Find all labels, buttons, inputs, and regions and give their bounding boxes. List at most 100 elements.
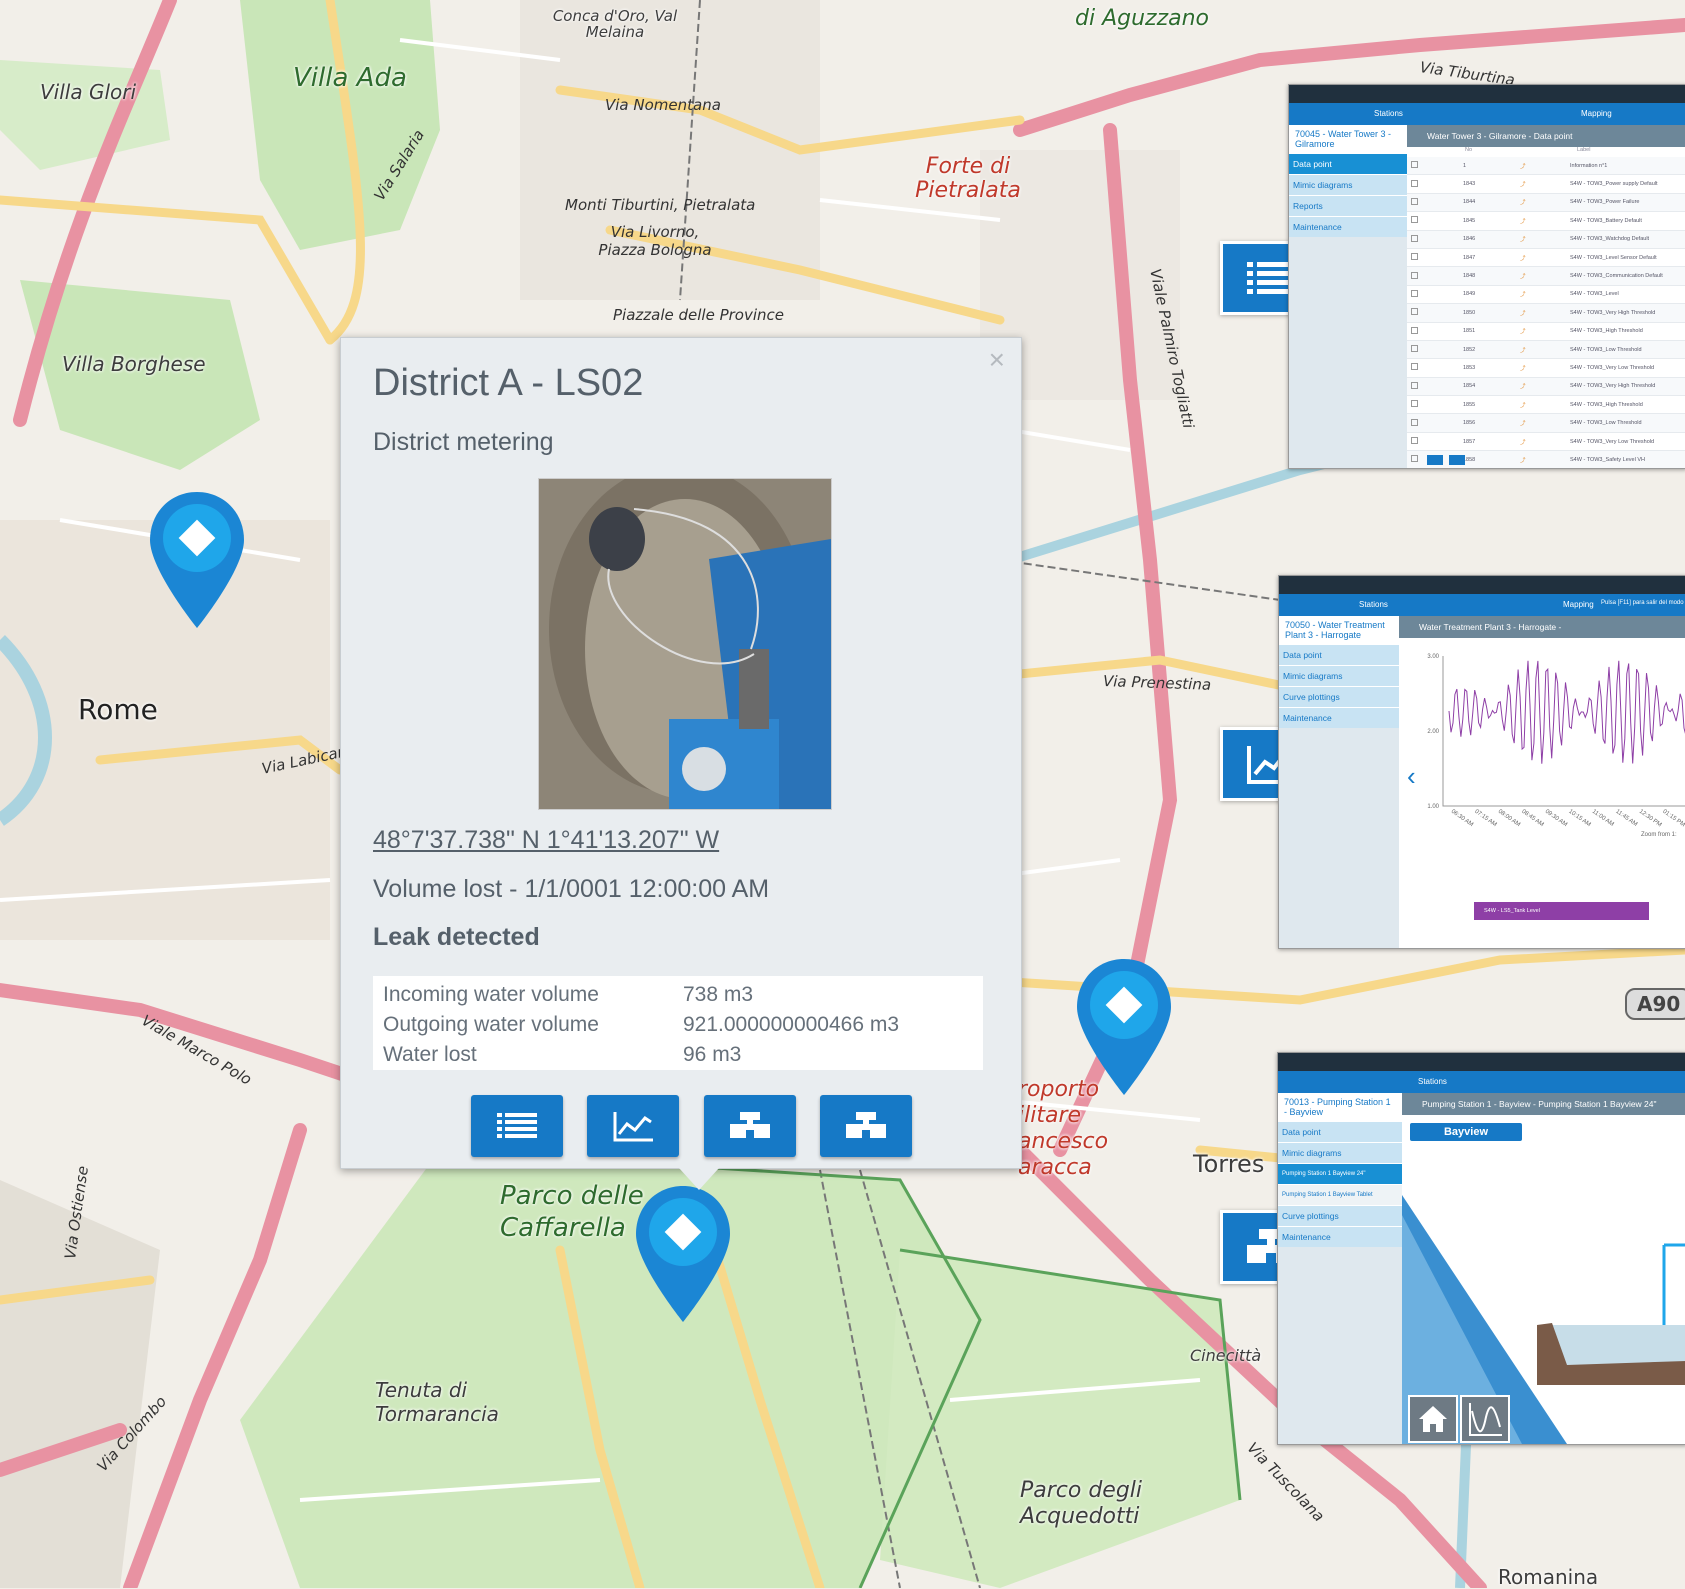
legend-series[interactable]: S4W - LS5_Tank Level bbox=[1474, 902, 1649, 920]
menu-item-maintenance[interactable]: Maintenance bbox=[1289, 216, 1407, 237]
menu-item-mimic-diagrams[interactable]: Mimic diagrams bbox=[1279, 665, 1399, 686]
map-marker-pin[interactable] bbox=[147, 490, 247, 630]
table-row[interactable]: 1 ⤴ Information n°1 bbox=[1407, 157, 1685, 176]
menu-item-maintenance[interactable]: Maintenance bbox=[1278, 1226, 1402, 1247]
menu-item-curve-plottings[interactable]: Curve plottings bbox=[1279, 686, 1399, 707]
map-marker-pin[interactable] bbox=[1074, 957, 1174, 1097]
row-checkbox[interactable] bbox=[1407, 303, 1462, 323]
tab-stations[interactable]: Stations bbox=[1374, 109, 1403, 118]
row-checkbox[interactable] bbox=[1407, 358, 1462, 378]
type-icon: ⤴ bbox=[1519, 248, 1569, 268]
row-checkbox[interactable] bbox=[1407, 174, 1462, 194]
row-checkbox[interactable] bbox=[1407, 211, 1462, 231]
map-marker-pin-selected[interactable] bbox=[633, 1184, 733, 1324]
curve-plotting-button[interactable] bbox=[587, 1095, 680, 1157]
row-label: S4W - TOW3_Level bbox=[1569, 285, 1685, 305]
type-icon: ⤴ bbox=[1519, 377, 1569, 397]
table-header: No Label bbox=[1407, 147, 1685, 157]
tab-mapping[interactable]: Mapping bbox=[1581, 109, 1612, 118]
y-tick-label: 3.00 bbox=[1427, 654, 1439, 660]
table-row[interactable]: 1855 ⤴ S4W - TOW3_High Threshold bbox=[1407, 395, 1685, 415]
row-number: 1850 bbox=[1462, 303, 1519, 323]
x-tick-label: 01:15 PM bbox=[1661, 809, 1685, 829]
fullscreen-hint: Pulsa [F11] para salir del modo bbox=[1601, 600, 1684, 606]
row-value: 921.000000000466 m3 bbox=[683, 1013, 900, 1036]
coordinates-link[interactable]: 48°7'37.738" N 1°41'13.207" W bbox=[373, 826, 719, 855]
tab-stations[interactable]: Stations bbox=[1418, 1077, 1447, 1086]
pager-button[interactable] bbox=[1427, 455, 1443, 465]
table-row[interactable]: 1852 ⤴ S4W - TOW3_Low Threshold bbox=[1407, 340, 1685, 360]
data-point-button[interactable] bbox=[471, 1095, 563, 1157]
table-row[interactable]: 1848 ⤴ S4W - TOW3_Communication Default bbox=[1407, 266, 1685, 286]
x-tick-label: 08:45 AM bbox=[1520, 809, 1544, 828]
row-number: 1851 bbox=[1462, 322, 1519, 341]
table-row[interactable]: 1857 ⤴ S4W - TOW3_Very Low Threshold bbox=[1407, 432, 1685, 452]
row-checkbox[interactable] bbox=[1407, 413, 1462, 433]
row-checkbox[interactable] bbox=[1407, 230, 1462, 249]
row-checkbox[interactable] bbox=[1407, 157, 1462, 176]
row-label: Water lost bbox=[383, 1043, 477, 1066]
row-number: 1855 bbox=[1462, 395, 1519, 415]
road-label: Via Livorno, Piazza Bologna bbox=[598, 223, 712, 259]
row-checkbox[interactable] bbox=[1407, 432, 1462, 452]
place-label: Rome bbox=[78, 693, 158, 726]
place-label: Forte di Pietralata bbox=[915, 154, 1021, 203]
row-label: S4W - TOW3_Low Threshold bbox=[1569, 413, 1685, 433]
road-label: Via Prenestina bbox=[1102, 672, 1212, 694]
menu-item-reports[interactable]: Reports bbox=[1289, 195, 1407, 216]
pager-button[interactable] bbox=[1449, 455, 1465, 465]
menu-item-mimic-24[interactable]: Pumping Station 1 Bayview 24" bbox=[1278, 1163, 1402, 1184]
row-label: S4W - TOW3_High Threshold bbox=[1569, 322, 1685, 341]
mimic-diagram-tablet-button[interactable] bbox=[820, 1095, 913, 1157]
tab-stations[interactable]: Stations bbox=[1359, 600, 1388, 609]
table-row[interactable]: 1846 ⤴ S4W - TOW3_Watchdog Default bbox=[1407, 230, 1685, 249]
place-label: Parco degli Acquedotti bbox=[1020, 1478, 1143, 1529]
row-label: S4W - TOW3_Very Low Threshold bbox=[1569, 358, 1685, 378]
table-row[interactable]: 1845 ⤴ S4W - TOW3_Battery Default bbox=[1407, 211, 1685, 231]
row-checkbox[interactable] bbox=[1407, 248, 1462, 268]
table-row[interactable]: 1854 ⤴ S4W - TOW3_Very High Threshold bbox=[1407, 377, 1685, 397]
row-checkbox[interactable] bbox=[1407, 395, 1462, 415]
menu-item-mimic-tablet[interactable]: Pumping Station 1 Bayview Tablet bbox=[1278, 1184, 1402, 1205]
row-checkbox[interactable] bbox=[1407, 266, 1462, 286]
menu-item-mimic-diagrams[interactable]: Mimic diagrams bbox=[1289, 174, 1407, 195]
row-label: Information n°1 bbox=[1569, 157, 1685, 176]
popup-subtitle: District metering bbox=[373, 428, 554, 456]
mimic-diagram-button[interactable] bbox=[703, 1095, 796, 1157]
row-label: S4W - TOW3_Level Sensor Default bbox=[1569, 248, 1685, 268]
data-point-table: 1 ⤴ Information n°1 1843 ⤴ S4W - TOW3_Power s… bbox=[1407, 157, 1685, 468]
table-row[interactable]: 1856 ⤴ S4W - TOW3_Low Threshold bbox=[1407, 413, 1685, 433]
table-row[interactable]: 1847 ⤴ S4W - TOW3_Level Sensor Default bbox=[1407, 248, 1685, 268]
menu-item-data-point[interactable]: Data point bbox=[1289, 153, 1407, 174]
tab-mapping[interactable]: Mapping bbox=[1563, 600, 1594, 609]
table-row[interactable]: 1843 ⤴ S4W - TOW3_Power supply Default bbox=[1407, 174, 1685, 194]
row-number: 1845 bbox=[1462, 211, 1519, 231]
table-row[interactable]: 1853 ⤴ S4W - TOW3_Very Low Threshold bbox=[1407, 358, 1685, 378]
curve-button[interactable] bbox=[1460, 1395, 1510, 1443]
menu-item-data-point[interactable]: Data point bbox=[1279, 644, 1399, 665]
menu-item-maintenance[interactable]: Maintenance bbox=[1279, 707, 1399, 728]
curve-plotting-screen: Stations Mapping Pulsa [F11] para salir … bbox=[1278, 575, 1685, 949]
row-checkbox[interactable] bbox=[1407, 377, 1462, 397]
row-checkbox[interactable] bbox=[1407, 285, 1462, 305]
row-number: 1858 bbox=[1462, 450, 1519, 468]
place-label: Conca d'Oro, Val Melaina bbox=[552, 7, 678, 41]
menu-item-mimic-diagrams[interactable]: Mimic diagrams bbox=[1278, 1142, 1402, 1163]
row-checkbox[interactable] bbox=[1407, 340, 1462, 360]
x-tick-label: 10:15 AM bbox=[1567, 809, 1591, 828]
home-button[interactable] bbox=[1408, 1395, 1458, 1443]
table-row[interactable]: 1849 ⤴ S4W - TOW3_Level bbox=[1407, 285, 1685, 305]
table-row[interactable]: 1851 ⤴ S4W - TOW3_High Threshold bbox=[1407, 322, 1685, 341]
row-label: S4W - TOW3_High Threshold bbox=[1569, 395, 1685, 415]
place-label: Villa Borghese bbox=[62, 352, 206, 376]
table-row[interactable]: 1850 ⤴ S4W - TOW3_Very High Threshold bbox=[1407, 303, 1685, 323]
menu-item-curve-plottings[interactable]: Curve plottings bbox=[1278, 1205, 1402, 1226]
menu-item-data-point[interactable]: Data point bbox=[1278, 1121, 1402, 1142]
x-tick-label: 12:30 PM bbox=[1638, 809, 1662, 829]
close-icon[interactable]: × bbox=[989, 344, 1005, 376]
row-checkbox[interactable] bbox=[1407, 193, 1462, 213]
row-number: 1846 bbox=[1462, 230, 1519, 249]
table-row[interactable]: 1844 ⤴ S4W - TOW3_Power Failure bbox=[1407, 193, 1685, 213]
row-checkbox[interactable] bbox=[1407, 322, 1462, 341]
app-tabs: Stations bbox=[1278, 1071, 1685, 1093]
